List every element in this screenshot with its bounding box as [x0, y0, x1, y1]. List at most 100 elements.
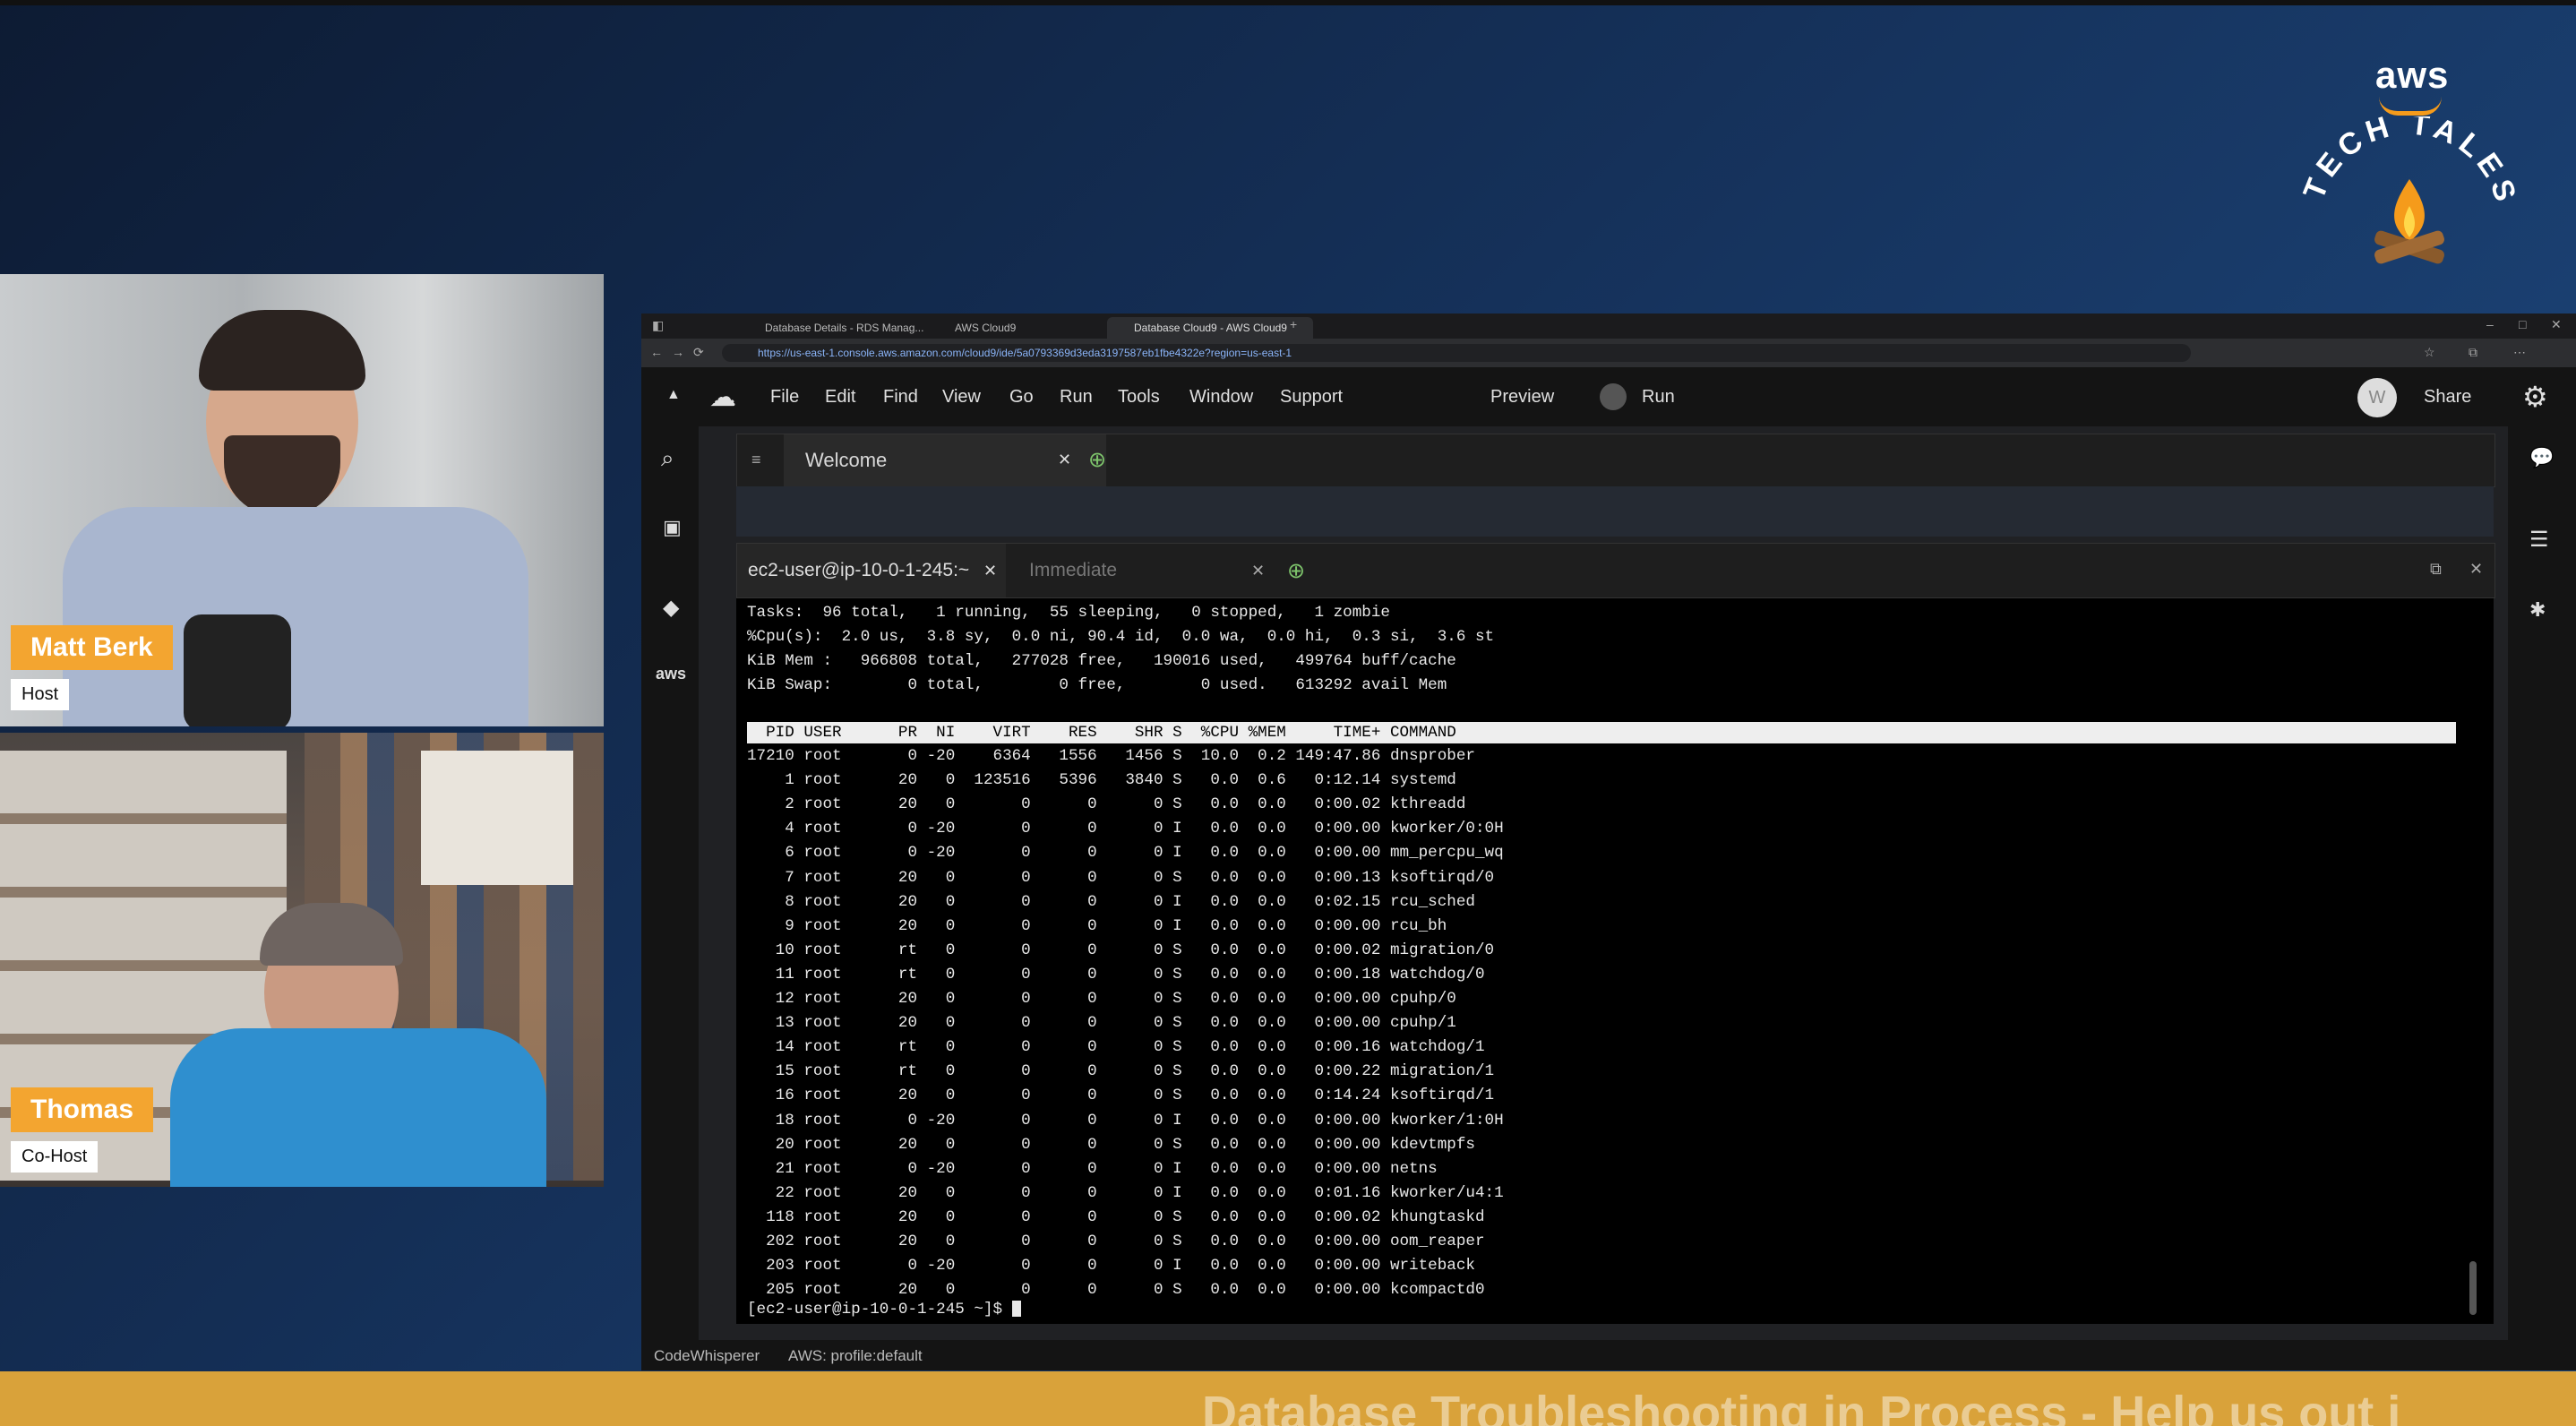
ide-menu-bar: ▲ ☁ File Edit Find View Go Run Tools Win… [641, 367, 2576, 426]
add-terminal-tab-icon[interactable]: ⊕ [1287, 558, 1305, 584]
aws-explorer-icon[interactable]: aws [656, 665, 686, 683]
address-bar: ← → ⟳ https://us-east-1.console.aws.amaz… [641, 339, 2576, 367]
process-row: 202 root 20 0 0 0 0 S 0.0 0.0 0:00.00 oo… [747, 1233, 1485, 1250]
maximize-pane-icon[interactable]: ⧉ [2430, 560, 2442, 579]
run-button[interactable]: Run [1642, 387, 1675, 408]
process-row: 7 root 20 0 0 0 0 S 0.0 0.0 0:00.13 ksof… [747, 868, 1495, 887]
aws-tech-tales-logo: aws TECH TALES [2293, 45, 2526, 278]
menu-find[interactable]: Find [883, 387, 918, 408]
cohost-name: Thomas [11, 1087, 154, 1132]
browser-more-icon[interactable]: ⋯ [2513, 345, 2526, 360]
process-row: 6 root 0 -20 0 0 0 I 0.0 0.0 0:00.00 mm_… [747, 844, 1504, 863]
host-role: Host [11, 679, 70, 710]
ide-right-sidebar: 💬 ☰ ✱ [2508, 426, 2576, 1340]
mem-line: KiB Mem : 966808 total, 277028 free, 190… [747, 652, 1456, 670]
close-window-icon[interactable]: ✕ [2551, 317, 2562, 332]
search-icon[interactable]: ⌕ [661, 444, 674, 473]
collaborate-icon[interactable]: 💬 [2529, 446, 2554, 469]
prompt-text: [ec2-user@ip-10-0-1-245 ~]$ [747, 1301, 1012, 1319]
campfire-icon: TECH TALES [2297, 116, 2519, 264]
editor-body [736, 486, 2494, 537]
codewhisperer-status[interactable]: CodeWhisperer [654, 1347, 760, 1365]
host-name: Matt Berk [11, 625, 173, 670]
browser-tab-active[interactable]: Database Cloud9 - AWS Cloud9 [1107, 317, 1313, 339]
browser-tab-bar: ◧ Database Details - RDS Manag... AWS Cl… [641, 314, 2576, 339]
collapse-icon[interactable]: ▲ [666, 387, 681, 403]
close-immediate-tab-icon[interactable]: ✕ [1251, 562, 1265, 580]
aws-smile-icon [2379, 97, 2442, 116]
aws-logo-text: aws [2375, 54, 2450, 96]
menu-view[interactable]: View [942, 387, 981, 408]
ide-status-bar: CodeWhisperer AWS: profile:default [641, 1340, 2576, 1370]
browser-menu-icon[interactable]: ◧ [652, 318, 664, 333]
extensions-icon[interactable]: ⧉ [2469, 345, 2477, 360]
browser-tab-cloud9[interactable]: AWS Cloud9 [928, 317, 1134, 339]
back-icon[interactable]: ← [650, 345, 663, 359]
close-terminal-tab-icon[interactable]: ✕ [983, 562, 997, 580]
browser-window: ◧ Database Details - RDS Manag... AWS Cl… [641, 314, 2576, 1370]
cloud9-logo-icon[interactable]: ☁ [709, 382, 736, 413]
menu-go[interactable]: Go [1009, 387, 1034, 408]
menu-edit[interactable]: Edit [825, 387, 855, 408]
new-tab-icon[interactable]: + [1290, 317, 1297, 331]
menu-window[interactable]: Window [1189, 387, 1253, 408]
preview-button[interactable]: Preview [1490, 387, 1554, 408]
aws-profile-status[interactable]: AWS: profile:default [788, 1347, 923, 1365]
tasks-line: Tasks: 96 total, 1 running, 55 sleeping,… [747, 604, 1390, 622]
process-row: 21 root 0 -20 0 0 0 I 0.0 0.0 0:00.00 ne… [747, 1159, 1438, 1178]
shell-prompt[interactable]: [ec2-user@ip-10-0-1-245 ~]$ [747, 1301, 1021, 1319]
cpu-line: %Cpu(s): 2.0 us, 3.8 sy, 0.0 ni, 90.4 id… [747, 628, 1495, 646]
process-row: 203 root 0 -20 0 0 0 I 0.0 0.0 0:00.00 w… [747, 1257, 1475, 1276]
user-avatar[interactable]: W [2357, 378, 2397, 417]
terminal-output[interactable]: Tasks: 96 total, 1 running, 55 sleeping,… [736, 598, 2494, 1324]
close-pane-icon[interactable]: ✕ [2469, 560, 2483, 579]
top-strip [0, 0, 2576, 5]
favorites-icon[interactable]: ☆ [2424, 345, 2435, 360]
process-row: 17210 root 0 -20 6364 1556 1456 S 10.0 0… [747, 747, 1475, 765]
browser-tab-rds[interactable]: Database Details - RDS Manag... [738, 317, 944, 339]
process-row: 15 root rt 0 0 0 0 S 0.0 0.0 0:00.22 mig… [747, 1062, 1495, 1081]
reload-icon[interactable]: ⟳ [693, 345, 704, 360]
share-button[interactable]: Share [2424, 387, 2471, 408]
process-row: 18 root 0 -20 0 0 0 I 0.0 0.0 0:00.00 kw… [747, 1111, 1504, 1130]
process-row: 13 root 20 0 0 0 0 S 0.0 0.0 0:00.00 cpu… [747, 1014, 1456, 1033]
banner-text: Database Troubleshooting in Process - He… [1202, 1387, 2401, 1426]
ide-sidebar: ⌕ ▣ ◆ aws [641, 426, 699, 1340]
process-row: 14 root rt 0 0 0 0 S 0.0 0.0 0:00.16 wat… [747, 1038, 1485, 1057]
terminal-tab-bar: ec2-user@ip-10-0-1-245:~ ✕ Immediate ✕ ⊕… [736, 543, 2495, 598]
terminal-scrollbar[interactable] [2469, 1261, 2477, 1315]
bottom-banner: Database Troubleshooting in Process - He… [0, 1371, 2576, 1426]
menu-support[interactable]: Support [1280, 387, 1343, 408]
process-row: 1 root 20 0 123516 5396 3840 S 0.0 0.6 0… [747, 771, 1456, 790]
process-row: 12 root 20 0 0 0 0 S 0.0 0.0 0:00.00 cpu… [747, 990, 1456, 1008]
tab-menu-icon[interactable]: ≡ [751, 451, 761, 469]
process-row: 10 root rt 0 0 0 0 S 0.0 0.0 0:00.02 mig… [747, 941, 1495, 959]
outline-icon[interactable]: ☰ [2529, 527, 2549, 553]
settings-gear-icon[interactable]: ⚙ [2522, 380, 2548, 414]
process-row: 9 root 20 0 0 0 0 I 0.0 0.0 0:00.00 rcu_… [747, 916, 1447, 935]
source-control-icon[interactable]: ◆ [663, 595, 679, 621]
cohost-video: Thomas Co-Host [0, 733, 604, 1187]
process-row: 118 root 20 0 0 0 0 S 0.0 0.0 0:00.02 kh… [747, 1207, 1485, 1226]
process-row: 4 root 0 -20 0 0 0 I 0.0 0.0 0:00.00 kwo… [747, 820, 1504, 838]
menu-tools[interactable]: Tools [1118, 387, 1160, 408]
editor-tab-bar: ≡ Welcome ✕ ⊕ [736, 434, 2495, 487]
debugger-icon[interactable]: ✱ [2529, 598, 2546, 622]
menu-run[interactable]: Run [1060, 387, 1093, 408]
host-video: Matt Berk Host [0, 274, 604, 726]
tab-terminal[interactable]: ec2-user@ip-10-0-1-245:~ [737, 544, 1006, 597]
process-table-header: PID USER PR NI VIRT RES SHR S %CPU %MEM … [747, 722, 2456, 743]
forward-icon[interactable]: → [672, 345, 684, 359]
close-welcome-tab-icon[interactable]: ✕ [1058, 451, 1071, 469]
minimize-icon[interactable]: – [2486, 317, 2494, 331]
maximize-icon[interactable]: □ [2519, 317, 2526, 331]
menu-file[interactable]: File [770, 387, 799, 408]
process-row: 8 root 20 0 0 0 0 I 0.0 0.0 0:02.15 rcu_… [747, 892, 1475, 911]
process-row: 16 root 20 0 0 0 0 S 0.0 0.0 0:14.24 kso… [747, 1087, 1495, 1105]
run-icon[interactable] [1600, 383, 1627, 410]
url-field[interactable]: https://us-east-1.console.aws.amazon.com… [722, 344, 2191, 362]
process-row: 22 root 20 0 0 0 0 I 0.0 0.0 0:01.16 kwo… [747, 1183, 1504, 1202]
add-tab-icon[interactable]: ⊕ [1088, 447, 1106, 473]
environment-folder-icon[interactable]: ▣ [663, 516, 682, 539]
tab-immediate[interactable]: Immediate [1006, 544, 1275, 597]
